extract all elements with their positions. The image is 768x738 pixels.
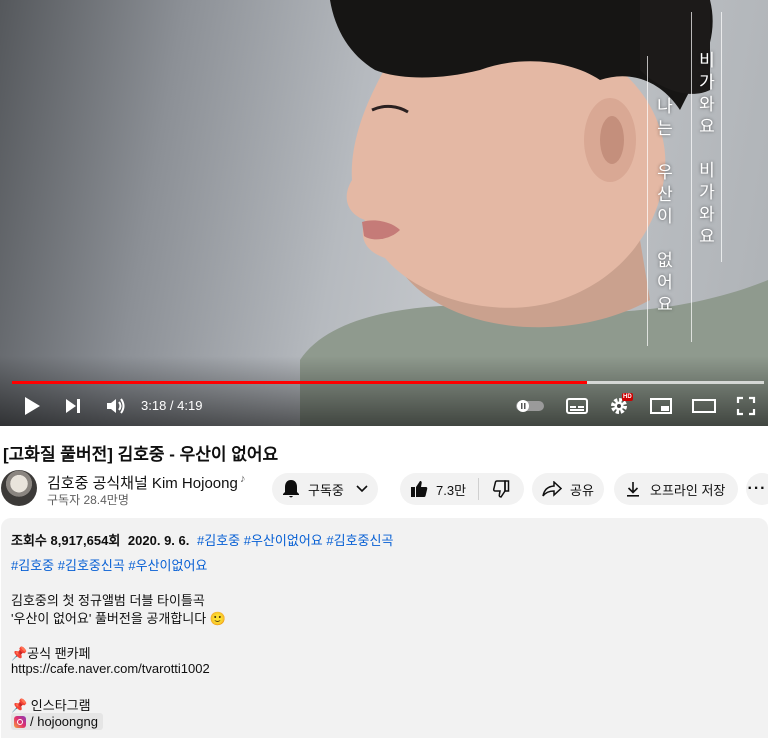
lyric-char: 우 bbox=[657, 163, 673, 183]
lyric-char: 가 bbox=[699, 73, 715, 93]
hashtag-link[interactable]: #김호중신곡 bbox=[58, 558, 125, 573]
subscriber-count: 구독자 28.4만명 bbox=[47, 493, 129, 507]
progress-played bbox=[12, 381, 588, 384]
instagram-link[interactable]: / hojoongng bbox=[11, 713, 103, 730]
like-button[interactable]: 7.3만 bbox=[400, 480, 478, 499]
theater-mode-button[interactable] bbox=[691, 393, 717, 419]
lyric-char: 어 bbox=[657, 273, 673, 293]
poem-divider bbox=[721, 12, 722, 262]
instagram-icon bbox=[14, 715, 26, 728]
description-text: '우산이 없어요' 풀버전을 공개합니다 🙂 bbox=[11, 611, 226, 626]
dislike-button[interactable] bbox=[479, 480, 523, 498]
download-label: 오프라인 저장 bbox=[650, 482, 726, 498]
lyric-char: 와 bbox=[699, 205, 715, 225]
hashtag-link[interactable]: #김호중 bbox=[11, 558, 54, 573]
miniplayer-button[interactable] bbox=[649, 393, 673, 419]
autoplay-toggle-icon bbox=[516, 400, 544, 412]
lyric-char: 이 bbox=[657, 207, 673, 227]
poem-divider bbox=[647, 56, 648, 346]
lyric-char: 산 bbox=[657, 185, 673, 205]
theater-icon bbox=[692, 399, 716, 413]
subscribed-button[interactable]: 구독중 bbox=[272, 473, 378, 505]
miniplayer-icon bbox=[650, 398, 672, 414]
total-time: 4:19 bbox=[177, 398, 203, 413]
lyric-char bbox=[662, 228, 667, 250]
description-text: 김호중의 첫 정규앨범 더블 타이틀곡 bbox=[11, 593, 205, 608]
lyric-char bbox=[704, 138, 709, 160]
download-button[interactable]: 오프라인 저장 bbox=[614, 473, 738, 505]
hashtag-line: #김호중 #김호중신곡 #우산이없어요 bbox=[11, 555, 207, 574]
meta-hashtag[interactable]: #김호중 bbox=[197, 533, 240, 548]
poem-divider bbox=[691, 12, 692, 342]
lyric-char: 비 bbox=[699, 161, 715, 181]
fan-cafe-link[interactable]: https://cafe.naver.com/tvarotti1002 bbox=[11, 661, 210, 676]
skip-next-icon bbox=[66, 399, 80, 413]
fullscreen-icon bbox=[736, 396, 756, 416]
bell-icon bbox=[282, 479, 300, 499]
avatar[interactable] bbox=[1, 470, 37, 506]
instagram-label: 📌 인스타그램 bbox=[11, 698, 91, 713]
lyric-char: 요 bbox=[657, 295, 673, 315]
thumbs-up-icon bbox=[410, 480, 428, 498]
lyric-char: 없 bbox=[657, 251, 673, 271]
subtitles-icon bbox=[566, 398, 588, 414]
fullscreen-button[interactable] bbox=[734, 393, 758, 419]
share-button[interactable]: 공유 bbox=[532, 473, 604, 505]
lyric-char: 나 bbox=[657, 97, 673, 117]
subscribed-label: 구독중 bbox=[308, 482, 344, 498]
lyric-char: 와 bbox=[699, 95, 715, 115]
chevron-down-icon bbox=[356, 485, 368, 493]
hashtag-link[interactable]: #우산이없어요 bbox=[128, 558, 207, 573]
more-actions-button[interactable]: ··· bbox=[746, 473, 768, 505]
music-note-icon: ♪ bbox=[240, 473, 246, 485]
view-count: 조회수 8,917,654회 bbox=[11, 533, 121, 548]
lyric-column-2: 비가와요 비가와요 bbox=[694, 50, 720, 380]
description-box[interactable]: 조회수 8,917,654회 2020. 9. 6. #김호중 #우산이없어요 … bbox=[1, 518, 768, 738]
description-meta: 조회수 8,917,654회 2020. 9. 6. #김호중 #우산이없어요 … bbox=[11, 530, 393, 549]
thumbs-down-icon bbox=[492, 480, 510, 498]
volume-icon bbox=[107, 398, 125, 414]
lyric-char: 비 bbox=[699, 51, 715, 71]
meta-hashtag[interactable]: #우산이없어요 bbox=[244, 533, 323, 548]
autoplay-toggle[interactable] bbox=[515, 393, 545, 419]
play-button[interactable] bbox=[20, 393, 44, 419]
hd-badge: HD bbox=[622, 393, 633, 401]
like-count: 7.3만 bbox=[436, 482, 467, 498]
like-dislike-group: 7.3만 bbox=[400, 473, 524, 505]
lyric-char bbox=[662, 140, 667, 162]
progress-bar[interactable] bbox=[12, 381, 764, 384]
play-icon bbox=[25, 397, 40, 415]
lyric-char: 가 bbox=[699, 183, 715, 203]
video-title: [고화질 풀버전] 김호중 - 우산이 없어요 bbox=[3, 445, 279, 464]
share-icon bbox=[542, 481, 562, 497]
time-display: 3:18 / 4:19 bbox=[141, 398, 203, 413]
subtitles-button[interactable] bbox=[565, 393, 589, 419]
meta-hashtag[interactable]: #김호중신곡 bbox=[326, 533, 393, 548]
video-player[interactable]: 나는 우산이 없어요 비가와요 비가와요 3:18 / 4:19 HD bbox=[0, 0, 768, 426]
more-horizontal-icon: ··· bbox=[747, 480, 767, 497]
volume-button[interactable] bbox=[103, 393, 129, 419]
lyric-char: 요 bbox=[699, 117, 715, 137]
instagram-handle: / hojoongng bbox=[30, 714, 98, 729]
download-icon bbox=[626, 481, 640, 497]
fan-cafe-label: 📌공식 팬카페 bbox=[11, 646, 91, 661]
share-label: 공유 bbox=[570, 482, 594, 498]
next-button[interactable] bbox=[60, 393, 86, 419]
instagram-row: / hojoongng bbox=[11, 713, 103, 731]
upload-date: 2020. 9. 6. bbox=[127, 533, 190, 548]
lyric-char: 는 bbox=[657, 119, 673, 139]
current-time: 3:18 bbox=[141, 398, 167, 413]
lyric-char: 요 bbox=[699, 227, 715, 247]
channel-name[interactable]: 김호중 공식채널 Kim Hojoong bbox=[47, 472, 238, 493]
